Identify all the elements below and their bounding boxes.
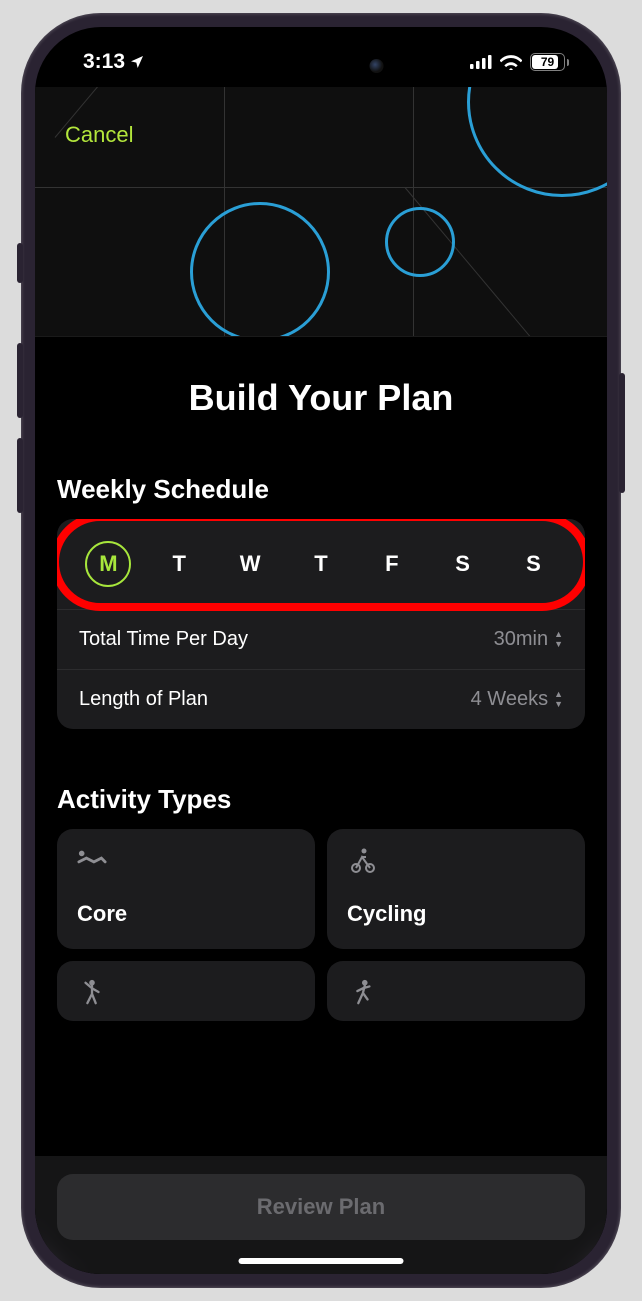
day-saturday[interactable]: S bbox=[440, 541, 486, 587]
day-sunday[interactable]: S bbox=[510, 541, 556, 587]
cellular-icon bbox=[470, 55, 492, 69]
camera-icon bbox=[370, 59, 384, 73]
cycling-icon bbox=[347, 847, 377, 873]
stepper-icon: ▲▼ bbox=[554, 690, 563, 709]
days-row: M T W T F S S bbox=[57, 519, 585, 609]
page-title: Build Your Plan bbox=[35, 377, 607, 419]
day-friday[interactable]: F bbox=[369, 541, 415, 587]
stepper-icon: ▲▼ bbox=[554, 630, 563, 649]
activity-cycling[interactable]: Cycling bbox=[327, 829, 585, 949]
activity-dance[interactable] bbox=[57, 961, 315, 1021]
activity-label: Cycling bbox=[347, 901, 565, 927]
activity-label: Core bbox=[77, 901, 295, 927]
circle-shape-icon bbox=[467, 87, 607, 197]
phone-frame: 3:13 79 bbox=[21, 13, 621, 1288]
day-wednesday[interactable]: W bbox=[227, 541, 273, 587]
bottom-bar: Review Plan bbox=[35, 1156, 607, 1274]
day-tuesday[interactable]: T bbox=[156, 541, 202, 587]
status-time: 3:13 bbox=[83, 50, 125, 74]
volume-up-button bbox=[17, 343, 23, 418]
activity-core[interactable]: Core bbox=[57, 829, 315, 949]
weekly-schedule-heading: Weekly Schedule bbox=[57, 474, 585, 505]
total-time-row[interactable]: Total Time Per Day 30min ▲▼ bbox=[57, 609, 585, 669]
dance-icon bbox=[77, 979, 107, 1005]
cancel-button[interactable]: Cancel bbox=[65, 122, 133, 148]
circle-shape-icon bbox=[385, 207, 455, 277]
length-of-plan-label: Length of Plan bbox=[79, 688, 208, 711]
circle-shape-icon bbox=[190, 202, 330, 337]
weekly-schedule-card: M T W T F S S Total Time Per Day 30min ▲… bbox=[57, 519, 585, 729]
header-illustration: Cancel bbox=[35, 87, 607, 337]
location-icon bbox=[129, 54, 145, 70]
weekly-schedule-section: Weekly Schedule M T W T F S S Total Time… bbox=[35, 474, 607, 729]
total-time-label: Total Time Per Day bbox=[79, 628, 248, 651]
day-monday[interactable]: M bbox=[85, 541, 131, 587]
power-button bbox=[619, 373, 625, 493]
side-button bbox=[17, 243, 23, 283]
core-icon bbox=[77, 847, 107, 873]
activity-types-section: Activity Types Core bbox=[35, 784, 607, 1021]
day-thursday[interactable]: T bbox=[298, 541, 344, 587]
review-plan-button[interactable]: Review Plan bbox=[57, 1174, 585, 1240]
total-time-value: 30min bbox=[494, 628, 548, 651]
battery-level: 79 bbox=[541, 55, 554, 69]
activity-running[interactable] bbox=[327, 961, 585, 1021]
running-icon bbox=[347, 979, 377, 1005]
wifi-icon bbox=[500, 54, 522, 70]
home-indicator[interactable] bbox=[239, 1258, 404, 1264]
length-of-plan-value: 4 Weeks bbox=[471, 688, 548, 711]
screen: 3:13 79 bbox=[35, 27, 607, 1274]
battery-indicator: 79 bbox=[530, 53, 569, 71]
length-of-plan-row[interactable]: Length of Plan 4 Weeks ▲▼ bbox=[57, 669, 585, 729]
activity-types-heading: Activity Types bbox=[57, 784, 585, 815]
volume-down-button bbox=[17, 438, 23, 513]
dynamic-island bbox=[244, 45, 399, 87]
